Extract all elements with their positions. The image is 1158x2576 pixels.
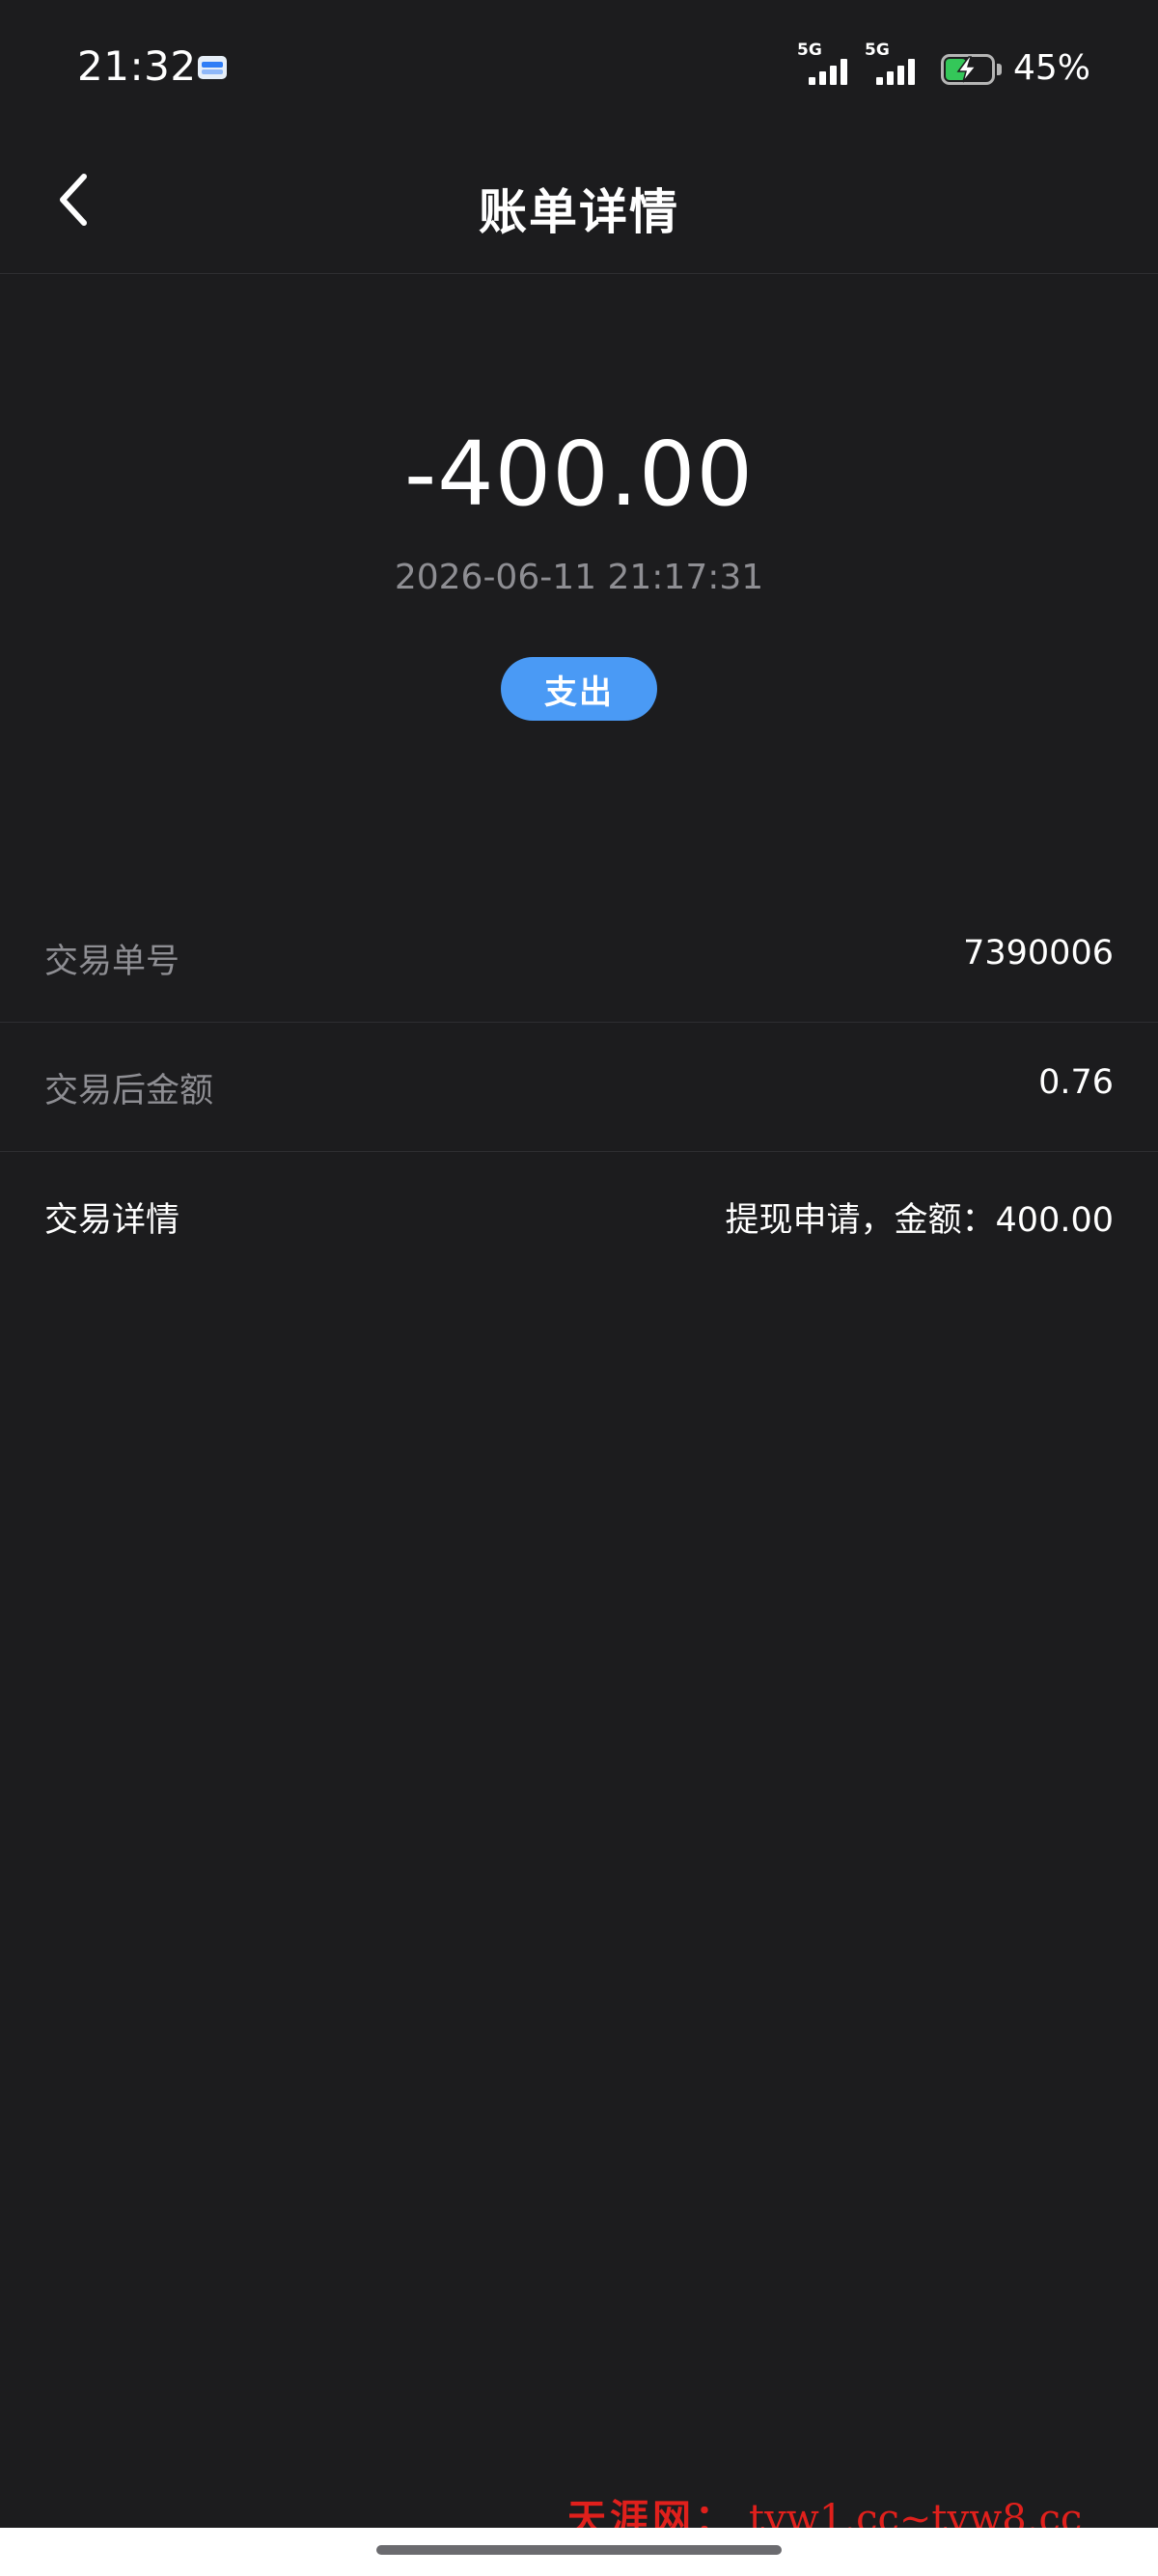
cellular-signal-icon: 5G xyxy=(797,42,857,87)
navigation-header: 账单详情 xyxy=(0,135,1158,274)
cellular-signal-icon: 5G xyxy=(865,42,924,87)
detail-value: 7390006 xyxy=(963,934,1114,973)
status-bar: 21:32 5G 5G 45% xyxy=(0,0,1158,135)
charging-bolt-icon xyxy=(956,56,978,83)
home-indicator[interactable] xyxy=(376,2545,782,2555)
detail-value: 提现申请，金额：400.00 xyxy=(725,1201,1114,1240)
transaction-datetime: 2026-06-11 21:17:31 xyxy=(394,558,764,597)
status-time: 21:32 xyxy=(77,42,197,90)
detail-label: 交易单号 xyxy=(44,943,180,981)
detail-label: 交易后金额 xyxy=(44,1072,214,1110)
detail-value: 0.76 xyxy=(1038,1063,1114,1102)
transaction-type-badge: 支出 xyxy=(501,657,657,721)
detail-row-balance-after: 交易后金额 0.76 xyxy=(0,1023,1158,1152)
wallet-notification-icon xyxy=(198,56,227,79)
network-type-label: 5G xyxy=(865,41,890,60)
transaction-detail-list: 交易单号 7390006 交易后金额 0.76 交易详情 提现申请，金额：400… xyxy=(0,893,1158,1281)
transaction-amount: -400.00 xyxy=(403,423,755,526)
battery-icon xyxy=(941,54,1002,85)
detail-row-transaction-details: 交易详情 提现申请，金额：400.00 xyxy=(0,1152,1158,1281)
network-type-label: 5G xyxy=(797,41,822,60)
detail-label: 交易详情 xyxy=(44,1201,180,1240)
battery-percentage: 45% xyxy=(1013,48,1091,88)
detail-row-order-number: 交易单号 7390006 xyxy=(0,893,1158,1023)
page-title: 账单详情 xyxy=(479,184,679,240)
